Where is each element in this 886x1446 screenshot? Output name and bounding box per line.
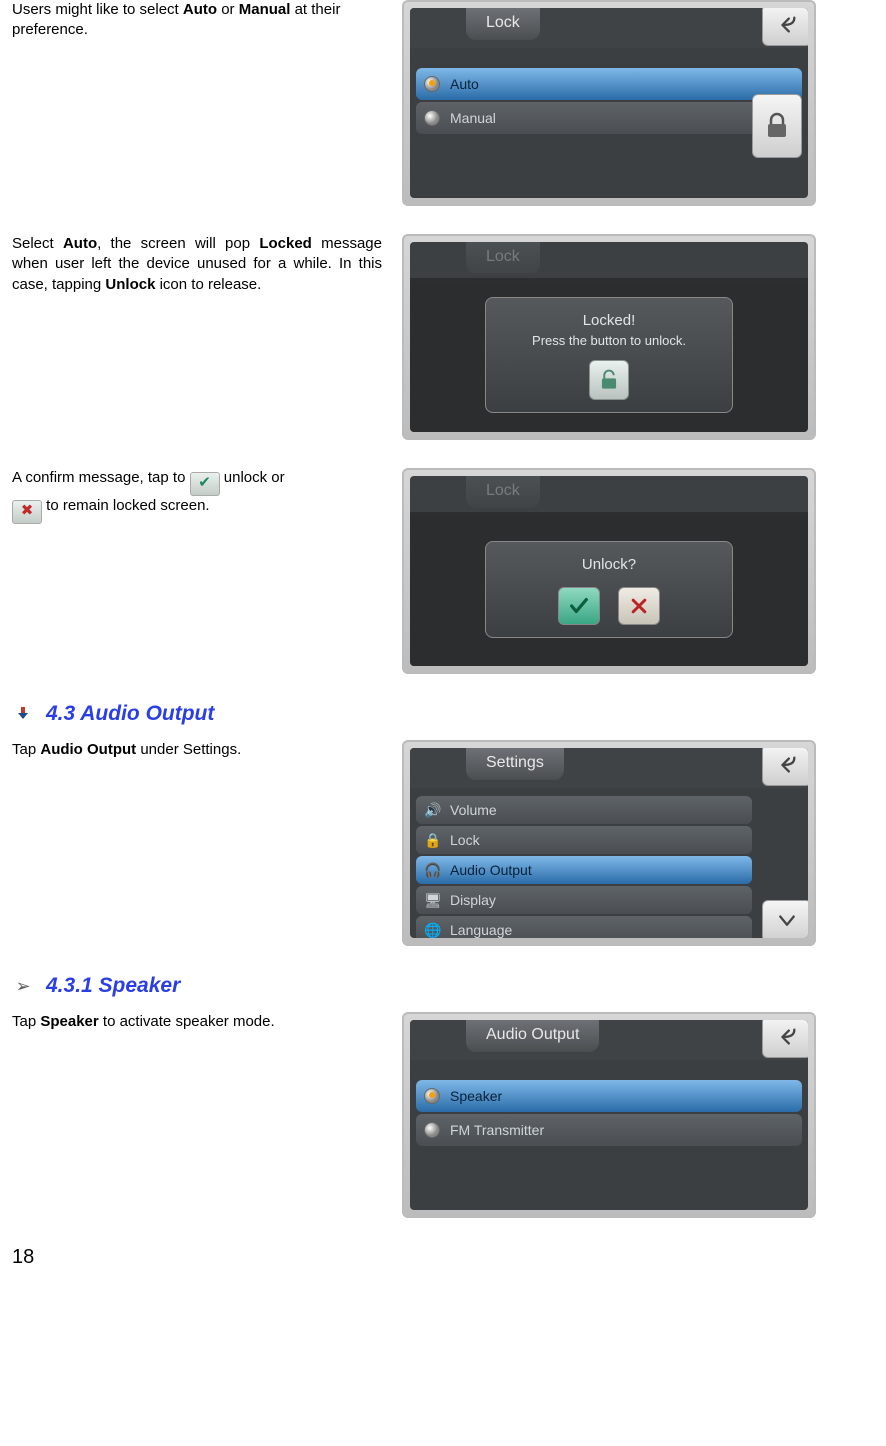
- dialog-subtitle: Press the button to unlock.: [504, 333, 714, 348]
- device-screenshot-locked-dialog: Lock Locked! Press the button to unlock.: [402, 234, 816, 440]
- menu-item-volume[interactable]: 🔊 Volume: [416, 796, 752, 824]
- chevron-right-bullet-icon: ➢: [12, 976, 34, 997]
- screen-title: Lock: [466, 476, 540, 508]
- confirm-unlock-button[interactable]: [558, 587, 600, 625]
- radio-icon: [424, 110, 440, 126]
- unlock-button[interactable]: [589, 360, 629, 400]
- menu-item-lock[interactable]: 🔒 Lock: [416, 826, 752, 854]
- menu-item-language[interactable]: 🌐 Language: [416, 916, 752, 938]
- cancel-unlock-button[interactable]: [618, 587, 660, 625]
- menu-item-label: FM Transmitter: [450, 1122, 544, 1138]
- menu-item-label: Language: [450, 922, 512, 938]
- back-arrow-icon: [776, 754, 798, 776]
- x-icon: ✖: [12, 500, 42, 524]
- unlock-dialog: Unlock?: [485, 541, 733, 638]
- screen-title: Lock: [466, 8, 540, 40]
- radio-icon: [424, 1088, 440, 1104]
- back-button[interactable]: [762, 8, 808, 46]
- locked-dialog: Locked! Press the button to unlock.: [485, 297, 733, 413]
- heading-speaker: 4.3.1 Speaker: [46, 974, 180, 998]
- lock-icon: [765, 112, 789, 140]
- menu-item-label: Manual: [450, 110, 496, 126]
- audio-icon: 🎧: [424, 863, 442, 877]
- down-arrow-bullet-icon: [12, 706, 34, 723]
- lock-icon: 🔒: [424, 833, 442, 847]
- menu-item-label: Volume: [450, 802, 497, 818]
- checkmark-icon: ✔: [190, 472, 220, 496]
- device-screenshot-unlock-confirm: Lock Unlock?: [402, 468, 816, 674]
- scroll-down-button[interactable]: [762, 900, 808, 938]
- lock-button[interactable]: [752, 94, 802, 158]
- menu-item-label: Speaker: [450, 1088, 502, 1104]
- menu-item-label: Auto: [450, 76, 479, 92]
- back-arrow-icon: [776, 14, 798, 36]
- page-number: 18: [12, 1246, 874, 1269]
- chevron-down-icon: [778, 914, 796, 928]
- menu-item-auto[interactable]: Auto: [416, 68, 802, 100]
- heading-audio-output: 4.3 Audio Output: [46, 702, 214, 726]
- volume-icon: 🔊: [424, 803, 442, 817]
- paragraph-audio-output: Tap Audio Output under Settings.: [12, 740, 402, 760]
- paragraph-locked-popup: Select Auto, the screen will pop Locked …: [12, 234, 402, 295]
- screen-title: Lock: [466, 242, 540, 274]
- menu-item-audio-output[interactable]: 🎧 Audio Output: [416, 856, 752, 884]
- x-icon: [629, 596, 649, 616]
- menu-item-manual[interactable]: Manual: [416, 102, 802, 134]
- dialog-title: Unlock?: [504, 556, 714, 573]
- paragraph-speaker: Tap Speaker to activate speaker mode.: [12, 1012, 402, 1032]
- device-screenshot-lock-menu: Lock Auto Manual: [402, 0, 816, 206]
- menu-item-label: Lock: [450, 832, 480, 848]
- menu-item-label: Audio Output: [450, 862, 532, 878]
- screen-title: Settings: [466, 748, 564, 780]
- back-button[interactable]: [762, 1020, 808, 1058]
- unlock-icon: [599, 369, 619, 391]
- device-screenshot-settings-menu: Settings 🔊 Volume 🔒 Lock 🎧 Audio Output 🖥 Di…: [402, 740, 816, 946]
- back-arrow-icon: [776, 1026, 798, 1048]
- dialog-title: Locked!: [504, 312, 714, 329]
- language-icon: 🌐: [424, 923, 442, 937]
- menu-item-fm-transmitter[interactable]: FM Transmitter: [416, 1114, 802, 1146]
- radio-icon: [424, 1122, 440, 1138]
- screen-title: Audio Output: [466, 1020, 599, 1052]
- menu-item-display[interactable]: 🖥 Display: [416, 886, 752, 914]
- scroll-up-button[interactable]: [762, 748, 808, 786]
- radio-icon: [424, 76, 440, 92]
- paragraph-confirm: A confirm message, tap to ✔ unlock or ✖ …: [12, 468, 402, 524]
- checkmark-icon: [568, 595, 590, 617]
- paragraph-lock-mode: Users might like to select Auto or Manua…: [12, 0, 402, 41]
- menu-item-speaker[interactable]: Speaker: [416, 1080, 802, 1112]
- device-screenshot-audio-output-menu: Audio Output Speaker FM Transmitter: [402, 1012, 816, 1218]
- menu-item-label: Display: [450, 892, 496, 908]
- display-icon: 🖥: [424, 893, 442, 907]
